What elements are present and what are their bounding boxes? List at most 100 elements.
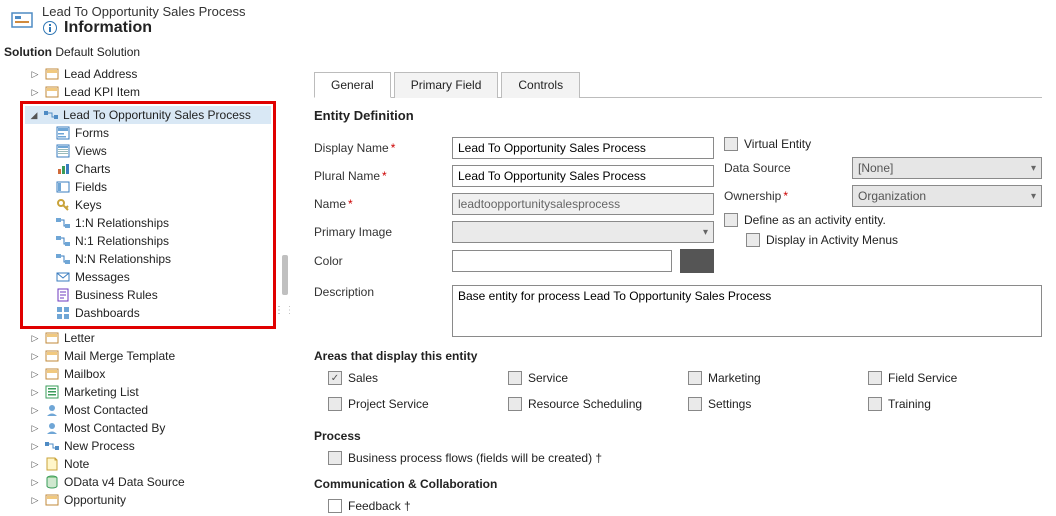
note-icon xyxy=(44,456,60,472)
label-name: Name xyxy=(314,197,444,211)
tree-item[interactable]: ▷Most Contacted By xyxy=(2,419,290,437)
collapse-icon[interactable]: ◢ xyxy=(29,110,39,121)
tree-item[interactable]: ▷Marketing List xyxy=(2,383,290,401)
sidebar-tree[interactable]: ▷ Lead Address ▷ Lead KPI Item ◢ Lead To… xyxy=(0,61,290,515)
area-option[interactable]: Project Service xyxy=(328,397,508,411)
expand-icon[interactable]: ▷ xyxy=(30,87,40,98)
area-label: Field Service xyxy=(888,371,957,385)
bpf-checkbox xyxy=(328,451,342,465)
expand-icon[interactable]: ▷ xyxy=(30,405,40,416)
expand-icon[interactable]: ▷ xyxy=(30,441,40,452)
area-option[interactable]: Service xyxy=(508,371,688,385)
contact-icon xyxy=(44,402,60,418)
scrollbar[interactable] xyxy=(282,255,288,295)
tab-primary-field[interactable]: Primary Field xyxy=(394,72,499,98)
expand-icon[interactable]: ▷ xyxy=(30,459,40,470)
process-icon xyxy=(43,107,59,123)
label-data-source: Data Source xyxy=(724,161,844,175)
info-icon xyxy=(42,20,58,36)
tree-child-item[interactable]: Charts xyxy=(25,160,271,178)
expand-icon[interactable]: ▷ xyxy=(30,423,40,434)
tree-child-item[interactable]: N:1 Relationships xyxy=(25,232,271,250)
odata-icon xyxy=(44,474,60,490)
ownership-select[interactable]: Organization ▾ xyxy=(852,185,1042,207)
tree-item-selected[interactable]: ◢ Lead To Opportunity Sales Process xyxy=(25,106,271,124)
tree-child-item[interactable]: Dashboards xyxy=(25,304,271,322)
tree-item[interactable]: ▷Opportunity xyxy=(2,491,290,509)
entity-icon xyxy=(44,348,60,364)
main-panel: General Primary Field Controls Entity De… xyxy=(290,61,1056,515)
feedback-checkbox[interactable] xyxy=(328,499,342,513)
tree-item[interactable]: ▷Most Contacted xyxy=(2,401,290,419)
tree-item[interactable]: ▷New Process xyxy=(2,437,290,455)
tree-item[interactable]: ▷Mail Merge Template xyxy=(2,347,290,365)
area-option[interactable]: Resource Scheduling xyxy=(508,397,688,411)
section-areas: Areas that display this entity xyxy=(314,349,1042,363)
display-name-input[interactable] xyxy=(452,137,714,159)
primary-image-select[interactable]: ▾ xyxy=(452,221,714,243)
key-icon xyxy=(55,197,71,213)
expand-icon[interactable]: ▷ xyxy=(30,369,40,380)
area-option[interactable]: Sales xyxy=(328,371,508,385)
tree-item[interactable]: ▷Mailbox xyxy=(2,365,290,383)
section-communication: Communication & Collaboration xyxy=(314,477,1042,491)
tree-child-item[interactable]: N:N Relationships xyxy=(25,250,271,268)
tree-child-item[interactable]: Business Rules xyxy=(25,286,271,304)
entity-icon xyxy=(44,66,60,82)
label-bpf: Business process flows (fields will be c… xyxy=(348,451,602,465)
expand-icon[interactable]: ▷ xyxy=(30,495,40,506)
area-checkbox xyxy=(328,397,342,411)
tab-controls[interactable]: Controls xyxy=(501,72,580,98)
tree-child-item[interactable]: Keys xyxy=(25,196,271,214)
entity-icon xyxy=(44,492,60,508)
msg-icon xyxy=(55,269,71,285)
expand-icon[interactable]: ▷ xyxy=(30,333,40,344)
contact-icon xyxy=(44,420,60,436)
area-label: Project Service xyxy=(348,397,429,411)
tree-child-item[interactable]: Messages xyxy=(25,268,271,286)
display-activity-menus-checkbox xyxy=(746,233,760,247)
area-option[interactable]: Field Service xyxy=(868,371,1048,385)
rel-icon xyxy=(55,251,71,267)
color-input[interactable] xyxy=(452,250,672,272)
section-process: Process xyxy=(314,429,1042,443)
area-checkbox xyxy=(688,397,702,411)
area-checkbox xyxy=(508,397,522,411)
expand-icon[interactable]: ▷ xyxy=(30,477,40,488)
section-entity-definition: Entity Definition xyxy=(314,108,1042,123)
label-feedback: Feedback † xyxy=(348,499,411,513)
tree-item[interactable]: ▷ Lead KPI Item xyxy=(2,83,290,101)
tree-item[interactable]: ▷OData v4 Data Source xyxy=(2,473,290,491)
description-textarea[interactable] xyxy=(452,285,1042,337)
expand-icon[interactable]: ▷ xyxy=(30,387,40,398)
tree-item[interactable]: ▷ Lead Address xyxy=(2,65,290,83)
area-option[interactable]: Marketing xyxy=(688,371,868,385)
area-option[interactable]: Settings xyxy=(688,397,868,411)
chevron-down-icon: ▾ xyxy=(1031,163,1036,174)
area-option[interactable]: Training xyxy=(868,397,1048,411)
expand-icon[interactable]: ▷ xyxy=(30,69,40,80)
breadcrumb: Lead To Opportunity Sales Process xyxy=(42,4,246,19)
tree-child-item[interactable]: Forms xyxy=(25,124,271,142)
tab-strip: General Primary Field Controls xyxy=(314,71,1042,98)
color-picker-button[interactable] xyxy=(680,249,714,273)
label-display-activity-menus: Display in Activity Menus xyxy=(766,233,898,247)
tree-child-item[interactable]: 1:N Relationships xyxy=(25,214,271,232)
process-icon xyxy=(44,438,60,454)
field-icon xyxy=(55,179,71,195)
tree-item[interactable]: ▷Note xyxy=(2,455,290,473)
tree-item[interactable]: ▷Letter xyxy=(2,329,290,347)
expand-icon[interactable]: ▷ xyxy=(30,351,40,362)
label-ownership: Ownership xyxy=(724,189,844,203)
area-label: Marketing xyxy=(708,371,761,385)
rule-icon xyxy=(55,287,71,303)
area-checkbox xyxy=(688,371,702,385)
tab-general[interactable]: General xyxy=(314,72,391,98)
resize-handle-icon[interactable]: ⋮⋮ xyxy=(274,305,290,316)
label-primary-image: Primary Image xyxy=(314,225,444,239)
chevron-down-icon: ▾ xyxy=(703,227,708,238)
tree-child-item[interactable]: Fields xyxy=(25,178,271,196)
data-source-select[interactable]: [None] ▾ xyxy=(852,157,1042,179)
tree-child-item[interactable]: Views xyxy=(25,142,271,160)
plural-name-input[interactable] xyxy=(452,165,714,187)
